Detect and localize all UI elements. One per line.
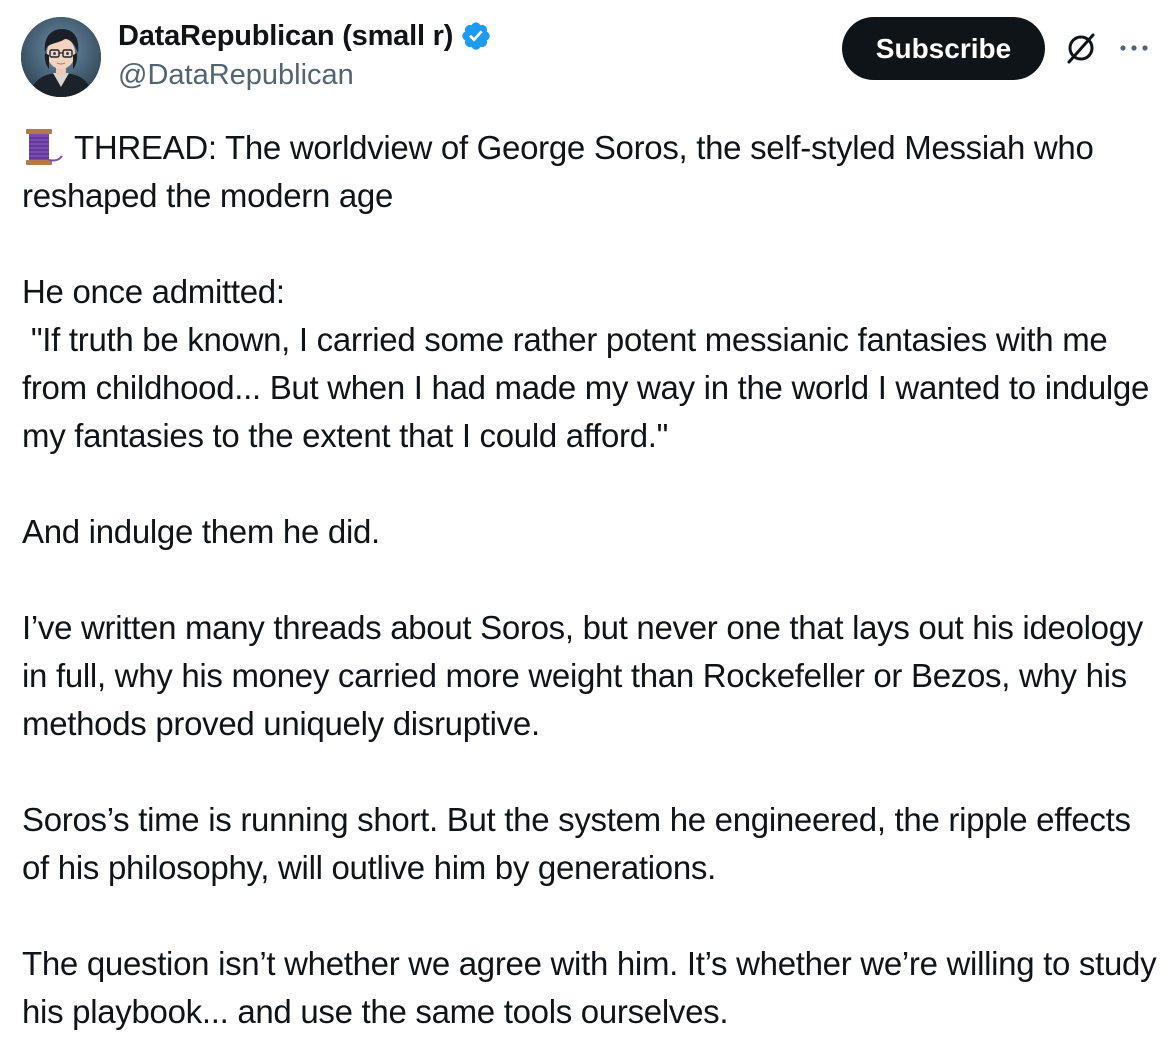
grok-icon[interactable]	[1063, 30, 1099, 66]
tweet-body: THREAD: The worldview of George Soros, t…	[22, 124, 1162, 1036]
handle[interactable]: @DataRepublican	[118, 56, 492, 94]
more-icon[interactable]	[1116, 30, 1152, 66]
thread-spool-icon	[26, 129, 63, 165]
paragraph-text: THREAD: The worldview of George Soros, t…	[22, 129, 1103, 214]
tweet: DataRepublican (small r) @DataRepublican…	[0, 0, 1176, 1050]
tweet-paragraph: The question isn’t whether we agree with…	[22, 945, 1166, 1030]
name-row: DataRepublican (small r)	[118, 16, 492, 56]
avatar[interactable]	[21, 17, 101, 97]
avatar-image	[21, 17, 101, 97]
author-block: DataRepublican (small r) @DataRepublican	[118, 16, 492, 94]
tweet-paragraph: THREAD: The worldview of George Soros, t…	[22, 124, 1162, 220]
tweet-paragraph: Soros’s time is running short. But the s…	[22, 801, 1140, 886]
subscribe-button[interactable]: Subscribe	[842, 17, 1045, 80]
tweet-paragraph: And indulge them he did.	[22, 513, 380, 550]
tweet-paragraph: I’ve written many threads about Soros, b…	[22, 609, 1152, 742]
verified-badge-icon[interactable]	[460, 20, 492, 52]
tweet-paragraph: He once admitted: "If truth be known, I …	[22, 273, 1150, 454]
display-name[interactable]: DataRepublican (small r)	[118, 20, 453, 53]
